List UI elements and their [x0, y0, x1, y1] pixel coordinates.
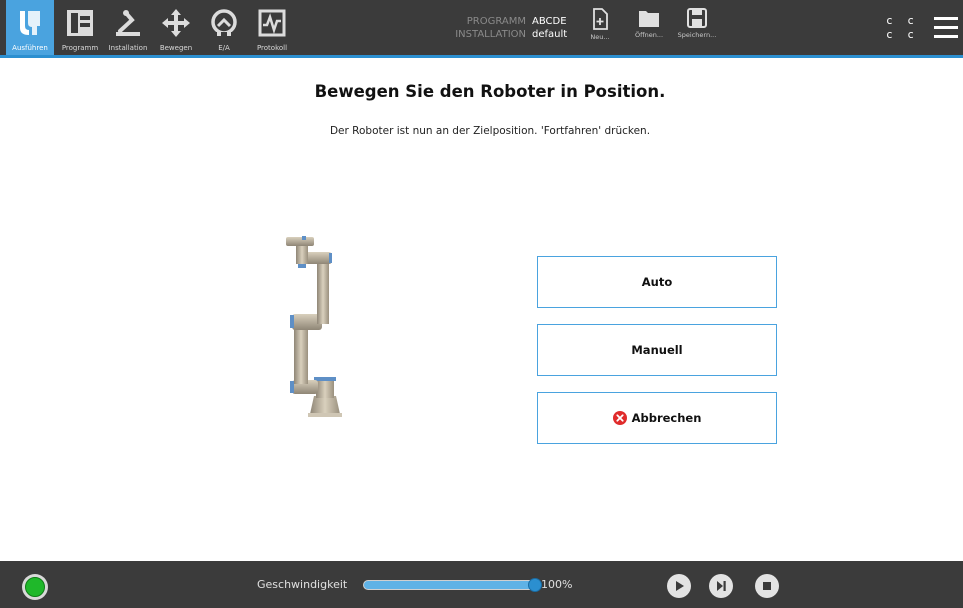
cancel-x-icon — [612, 411, 627, 425]
log-icon — [255, 6, 289, 40]
open-button[interactable]: Öffnen... — [629, 8, 669, 39]
bottom-bar: Geschwindigkeit 100% — [0, 561, 963, 608]
program-info-values: ABCDE default — [532, 15, 567, 41]
auto-button-label: Auto — [641, 275, 673, 289]
tab-run-label: Ausführen — [12, 44, 48, 52]
play-icon — [676, 581, 684, 591]
speed-slider-thumb[interactable] — [528, 578, 542, 592]
tab-io[interactable]: E/A — [200, 0, 248, 55]
new-file-icon — [593, 8, 608, 30]
installation-icon — [111, 6, 145, 40]
tab-program-label: Programm — [61, 44, 99, 52]
program-name: ABCDE — [532, 16, 567, 27]
new-button[interactable]: Neu... — [583, 8, 617, 41]
power-status-button[interactable] — [22, 574, 48, 600]
header-accent-bar — [0, 55, 963, 58]
program-icon — [63, 6, 97, 40]
page-title: Bewegen Sie den Roboter in Position. — [314, 82, 666, 101]
manual-button-label: Manuell — [631, 343, 683, 357]
cc-row-2: c c — [886, 28, 918, 41]
open-folder-icon — [639, 11, 659, 27]
save-icon — [687, 8, 707, 28]
stop-icon — [763, 582, 771, 590]
stop-button[interactable] — [755, 574, 779, 598]
step-button[interactable] — [709, 574, 733, 598]
cancel-button-label: Abbrechen — [631, 411, 702, 425]
speed-label: Geschwindigkeit — [257, 578, 348, 591]
page-instruction: Der Roboter ist nun an der Zielposition.… — [329, 125, 651, 137]
installation-label: INSTALLATION — [455, 29, 526, 40]
play-button[interactable] — [667, 574, 691, 598]
top-toolbar: Ausführen Programm Installation Bewegen … — [0, 0, 963, 58]
open-button-label: Öffnen... — [634, 31, 664, 39]
tab-run[interactable]: Ausführen — [6, 0, 54, 55]
move-icon — [159, 6, 193, 40]
tab-log[interactable]: Protokoll — [248, 0, 296, 55]
tab-program[interactable]: Programm — [56, 0, 104, 55]
robot-arm-illustration — [270, 228, 360, 423]
tab-installation[interactable]: Installation — [104, 0, 152, 55]
manual-button[interactable]: Manuell — [537, 324, 777, 376]
control-status-indicator: c c c c — [886, 14, 918, 42]
app-window: Ausführen Programm Installation Bewegen … — [0, 0, 963, 608]
auto-button[interactable]: Auto — [537, 256, 777, 308]
tab-log-label: Protokoll — [256, 44, 288, 52]
save-button[interactable]: Speichern... — [675, 8, 719, 39]
step-forward-icon — [717, 581, 726, 591]
tab-move-label: Bewegen — [159, 44, 193, 52]
speed-value: 100% — [541, 578, 573, 591]
ur-logo-icon — [13, 6, 47, 40]
installation-name: default — [532, 29, 568, 40]
program-info-labels: PROGRAMM INSTALLATION — [452, 15, 526, 41]
tab-move[interactable]: Bewegen — [152, 0, 200, 55]
new-button-label: Neu... — [590, 33, 610, 41]
tab-installation-label: Installation — [108, 44, 148, 52]
program-label: PROGRAMM — [466, 16, 526, 27]
hamburger-menu-icon[interactable] — [934, 17, 958, 39]
save-button-label: Speichern... — [677, 31, 717, 39]
tab-io-label: E/A — [218, 44, 230, 52]
io-icon — [207, 6, 241, 40]
speed-slider[interactable] — [363, 580, 535, 590]
power-status-led-icon — [25, 577, 45, 597]
cc-row-1: c c — [886, 14, 918, 27]
cancel-button[interactable]: Abbrechen — [537, 392, 777, 444]
